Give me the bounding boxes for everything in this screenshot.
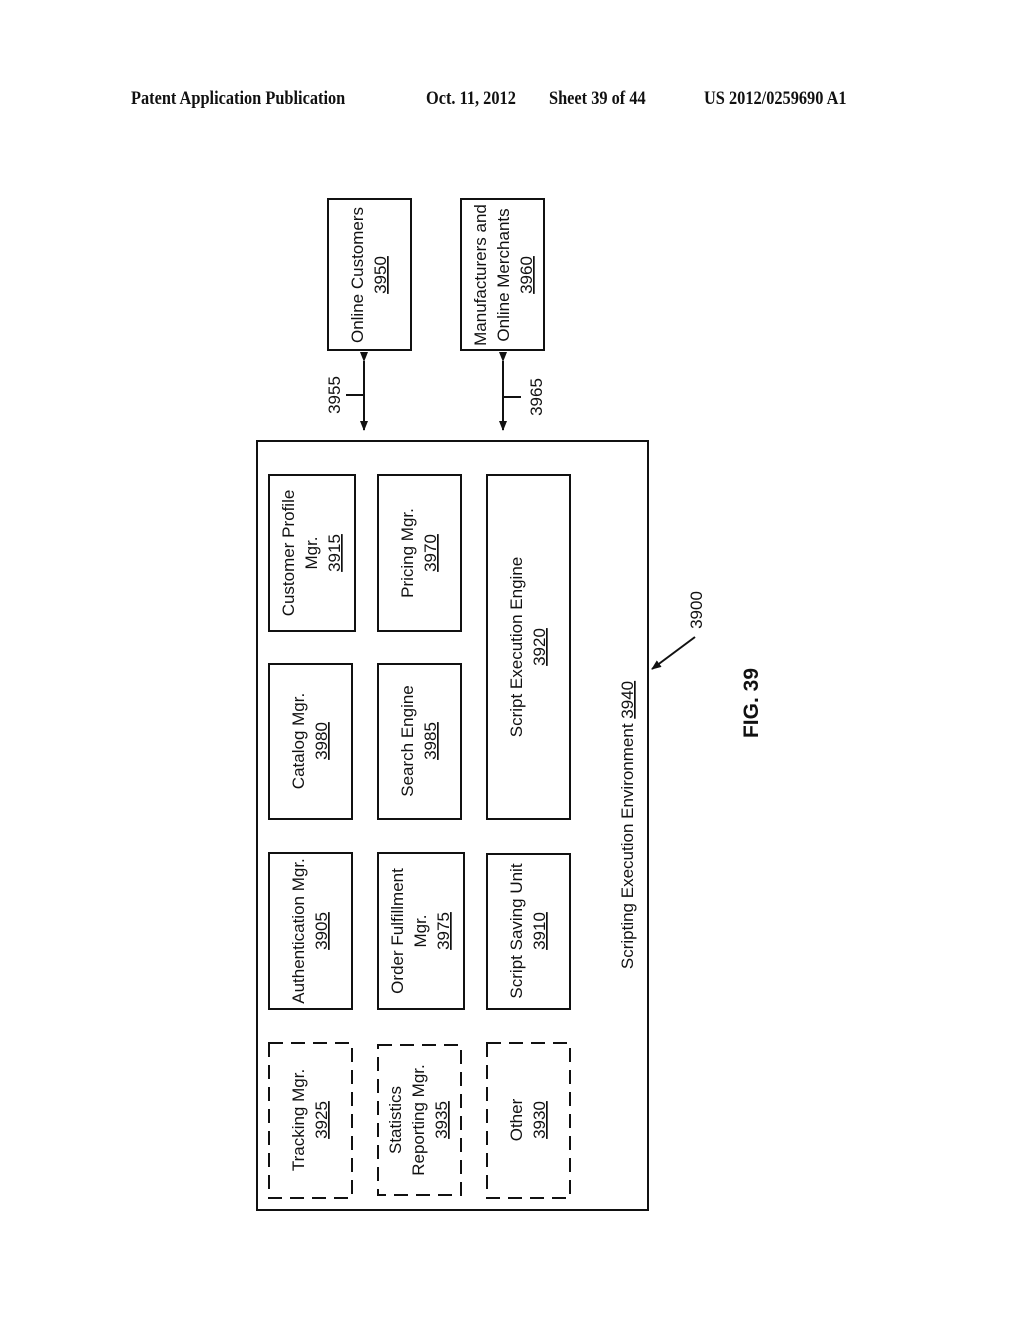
svg-text:3970: 3970 — [421, 534, 440, 572]
svg-text:Search Engine: Search Engine — [398, 685, 417, 797]
svg-text:3920: 3920 — [530, 628, 549, 666]
svg-text:Statistics: Statistics — [386, 1086, 405, 1154]
environment-label: Scripting Execution Environment 3940 — [618, 681, 637, 969]
module-customer-profile-mgr: Customer Profile Mgr. 3915 — [268, 474, 356, 632]
svg-text:3980: 3980 — [312, 722, 331, 760]
module-tracking-mgr: Tracking Mgr. 3925 — [268, 1042, 353, 1199]
link-3955-label: 3955 — [325, 376, 344, 414]
svg-text:3950: 3950 — [371, 256, 390, 294]
svg-text:3985: 3985 — [421, 722, 440, 760]
module-catalog-mgr: Catalog Mgr. 3980 — [268, 663, 353, 820]
module-search-engine: Search Engine 3985 — [377, 663, 462, 820]
svg-text:Mgr.: Mgr. — [411, 914, 430, 947]
figure-label: FIG. 39 — [740, 668, 763, 738]
svg-text:Manufacturers and: Manufacturers and — [471, 204, 490, 346]
module-script-saving-unit: Script Saving Unit 3910 — [486, 853, 571, 1010]
svg-text:Online Merchants: Online Merchants — [494, 208, 513, 341]
module-script-execution-engine: Script Execution Engine 3920 — [486, 474, 571, 820]
svg-text:Mgr.: Mgr. — [302, 536, 321, 569]
svg-text:Online Customers: Online Customers — [348, 207, 367, 343]
svg-text:3975: 3975 — [434, 912, 453, 950]
external-online-customers: Online Customers 3950 — [327, 198, 412, 351]
svg-text:3960: 3960 — [517, 256, 536, 294]
system-ref-arrow — [651, 636, 696, 670]
svg-text:Tracking Mgr.: Tracking Mgr. — [289, 1069, 308, 1171]
svg-text:3905: 3905 — [312, 912, 331, 950]
svg-text:Catalog Mgr.: Catalog Mgr. — [289, 693, 308, 789]
svg-text:Pricing Mgr.: Pricing Mgr. — [398, 508, 417, 598]
external-manufacturers-merchants: Manufacturers and Online Merchants 3960 — [460, 198, 545, 351]
svg-text:Other: Other — [507, 1098, 526, 1141]
diagram: Scripting Execution Environment 3940 Onl… — [256, 198, 763, 1211]
module-pricing-mgr: Pricing Mgr. 3970 — [377, 474, 462, 632]
svg-text:Authentication Mgr.: Authentication Mgr. — [289, 858, 308, 1004]
svg-text:3915: 3915 — [325, 534, 344, 572]
svg-text:3925: 3925 — [312, 1101, 331, 1139]
svg-text:Reporting Mgr.: Reporting Mgr. — [409, 1064, 428, 1176]
module-other: Other 3930 — [486, 1042, 571, 1199]
module-authentication-mgr: Authentication Mgr. 3905 — [268, 852, 353, 1010]
svg-text:3935: 3935 — [432, 1101, 451, 1139]
system-ref-label: 3900 — [687, 591, 706, 629]
svg-text:3910: 3910 — [530, 912, 549, 950]
svg-text:Order Fulfillment: Order Fulfillment — [388, 868, 407, 994]
svg-text:Customer Profile: Customer Profile — [279, 490, 298, 617]
svg-text:3930: 3930 — [530, 1101, 549, 1139]
module-statistics-reporting-mgr: Statistics Reporting Mgr. 3935 — [377, 1044, 462, 1196]
svg-text:Script Execution Engine: Script Execution Engine — [507, 557, 526, 738]
link-3965-label: 3965 — [527, 378, 546, 416]
module-order-fulfillment-mgr: Order Fulfillment Mgr. 3975 — [377, 852, 465, 1010]
svg-text:Script Saving Unit: Script Saving Unit — [507, 863, 526, 998]
